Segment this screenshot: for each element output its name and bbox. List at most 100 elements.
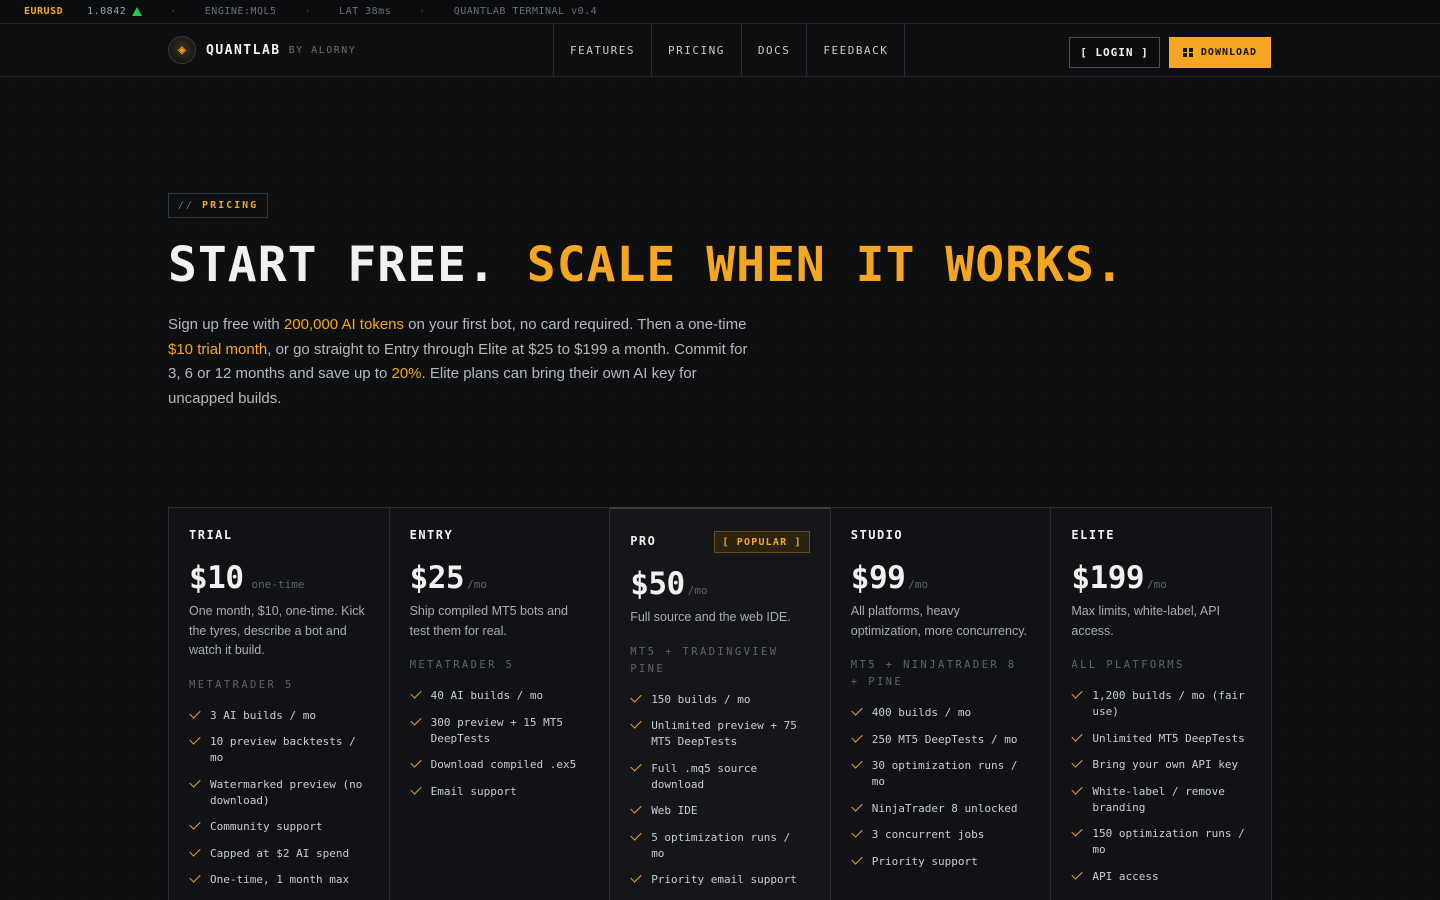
page-title: START FREE. SCALE WHEN IT WORKS.	[168, 236, 1125, 294]
ticker-latency: LAT 38ms	[339, 6, 392, 17]
feature-item: Watermarked preview (no download)	[189, 777, 369, 809]
feature-item: Unlimited MT5 DeepTests	[1071, 731, 1251, 747]
plan-period: /mo	[908, 578, 929, 591]
feature-text: 10 preview backtests / mo	[210, 735, 356, 764]
top-nav: ◈ QUANTLAB BY ALORNY FEATURES PRICING DO…	[0, 24, 1440, 77]
plan-platform: METATRADER 5	[189, 678, 294, 691]
brand-by: BY ALORNY	[288, 44, 357, 56]
feature-item: 1,200 builds / mo (fair use)	[1071, 688, 1251, 720]
feature-item: Priority support	[851, 854, 1031, 870]
check-icon	[630, 806, 642, 813]
feature-item: 40 AI builds / mo	[410, 688, 590, 704]
plan-card-studio[interactable]: STUDIO $99 /mo All platforms, heavy opti…	[831, 508, 1052, 900]
feature-item: White-label / remove branding	[1071, 784, 1251, 816]
check-icon	[630, 695, 642, 702]
feature-item: 250 MT5 DeepTests / mo	[851, 732, 1031, 748]
feature-list: 400 builds / mo 250 MT5 DeepTests / mo 3…	[851, 705, 1031, 870]
feature-text: 1,200 builds / mo (fair use)	[1092, 689, 1245, 718]
feature-text: Email support	[430, 784, 517, 798]
feature-item: 400 builds / mo	[851, 705, 1031, 721]
headline-white: START FREE.	[168, 237, 497, 293]
plan-description: Full source and the web IDE.	[630, 610, 791, 624]
check-icon	[1071, 760, 1083, 767]
popular-badge: [ POPULAR ]	[714, 531, 810, 553]
feature-text: Priority email support	[651, 873, 797, 886]
check-icon	[1071, 787, 1083, 794]
brand-name: QUANTLAB	[206, 42, 281, 58]
check-icon	[851, 857, 863, 864]
feature-list: 150 builds / mo Unlimited preview + 75 M…	[630, 692, 810, 889]
ticker-bar: EURUSD 1.0842 · ENGINE:MQL5 · LAT 38ms ·…	[0, 0, 1440, 24]
feature-text: 300 preview + 15 MT5 DeepTests	[430, 715, 564, 745]
check-icon	[851, 735, 863, 742]
feature-item: Web IDE	[630, 803, 810, 819]
ticker-separator: ·	[419, 6, 426, 17]
headline-orange: SCALE WHEN IT WORKS.	[526, 237, 1125, 293]
feature-text: 40 AI builds / mo	[430, 689, 544, 702]
ticker-separator: ·	[170, 6, 177, 17]
login-button[interactable]: [ LOGIN ]	[1069, 37, 1160, 68]
feature-text: Full .mq5 source download	[651, 761, 758, 791]
price-row: $25 /mo	[410, 560, 590, 596]
plan-name: TRIAL	[189, 528, 233, 542]
feature-item: 3 concurrent jobs	[851, 827, 1031, 843]
feature-text: 400 builds / mo	[871, 706, 972, 719]
nav-link-pricing[interactable]: PRICING	[650, 24, 741, 76]
plan-period: one-time	[251, 578, 305, 591]
check-icon	[1071, 872, 1083, 879]
plan-price: $10	[189, 560, 244, 596]
feature-text: Watermarked preview (no download)	[210, 777, 363, 807]
nav-link-docs[interactable]: DOCS	[740, 24, 807, 76]
feature-list: 3 AI builds / mo 10 preview backtests / …	[189, 708, 369, 889]
plan-platform: MT5 + TRADINGVIEW PINE	[630, 645, 779, 675]
plan-card-elite[interactable]: ELITE $199 /mo Max limits, white-label, …	[1051, 508, 1271, 900]
eyebrow-prefix: //	[178, 200, 195, 211]
plan-card-trial[interactable]: TRIAL $10 one-time One month, $10, one-t…	[169, 508, 390, 900]
feature-text: 5 optimization runs / mo	[651, 830, 791, 860]
check-icon	[630, 833, 642, 840]
ticker-separator: ·	[304, 6, 312, 17]
plan-name: ENTRY	[409, 528, 454, 542]
price-row: $10 one-time	[189, 560, 369, 596]
check-icon	[189, 849, 201, 856]
check-icon	[1071, 691, 1083, 698]
price-row: $199 /mo	[1071, 560, 1251, 596]
brand[interactable]: ◈ QUANTLAB BY ALORNY	[168, 36, 356, 64]
feature-item: Community support	[189, 819, 369, 835]
nav-link-feedback[interactable]: FEEDBACK	[806, 24, 906, 76]
feature-item: 150 optimization runs / mo	[1071, 826, 1251, 858]
nav-link-features[interactable]: FEATURES	[553, 24, 651, 76]
plan-card-entry[interactable]: ENTRY $25 /mo Ship compiled MT5 bots and…	[390, 508, 611, 900]
pricing-plans: TRIAL $10 one-time One month, $10, one-t…	[168, 507, 1272, 900]
price-up-icon	[132, 7, 143, 16]
plan-price: $25	[409, 560, 465, 596]
plan-card-pro[interactable]: PRO[ POPULAR ] $50 /mo Full source and t…	[610, 507, 831, 900]
plan-price: $199	[1071, 560, 1145, 596]
feature-item: 150 builds / mo	[630, 692, 810, 708]
plan-description: All platforms, heavy optimization, more …	[850, 604, 1028, 638]
plan-price: $99	[850, 560, 906, 596]
feature-text: API access	[1092, 869, 1159, 883]
check-icon	[851, 708, 863, 715]
lede-highlight: 200,000 AI tokens	[283, 316, 405, 333]
plan-period: /mo	[467, 578, 487, 591]
check-icon	[851, 761, 863, 768]
lede-highlight: $10 trial month	[168, 340, 268, 358]
check-icon	[1071, 829, 1083, 836]
feature-item: Capped at $2 AI spend	[189, 846, 369, 862]
feature-text: White-label / remove branding	[1092, 784, 1225, 814]
windows-icon	[1182, 48, 1193, 57]
feature-item: One-time, 1 month max	[189, 872, 369, 888]
lede-text: on your first bot, no card required. The…	[404, 316, 747, 333]
feature-item: Full .mq5 source download	[630, 761, 810, 793]
ticker-symbol: EURUSD	[24, 6, 64, 17]
download-button[interactable]: DOWNLOAD	[1169, 37, 1271, 68]
lede-text: Sign up free with	[168, 316, 284, 333]
feature-item: NinjaTrader 8 unlocked	[851, 801, 1031, 817]
check-icon	[630, 875, 642, 882]
feature-item: API access	[1071, 869, 1251, 885]
check-icon	[189, 822, 201, 829]
check-icon	[410, 787, 422, 794]
feature-item: Download compiled .ex5	[410, 757, 590, 773]
check-icon	[189, 737, 201, 744]
